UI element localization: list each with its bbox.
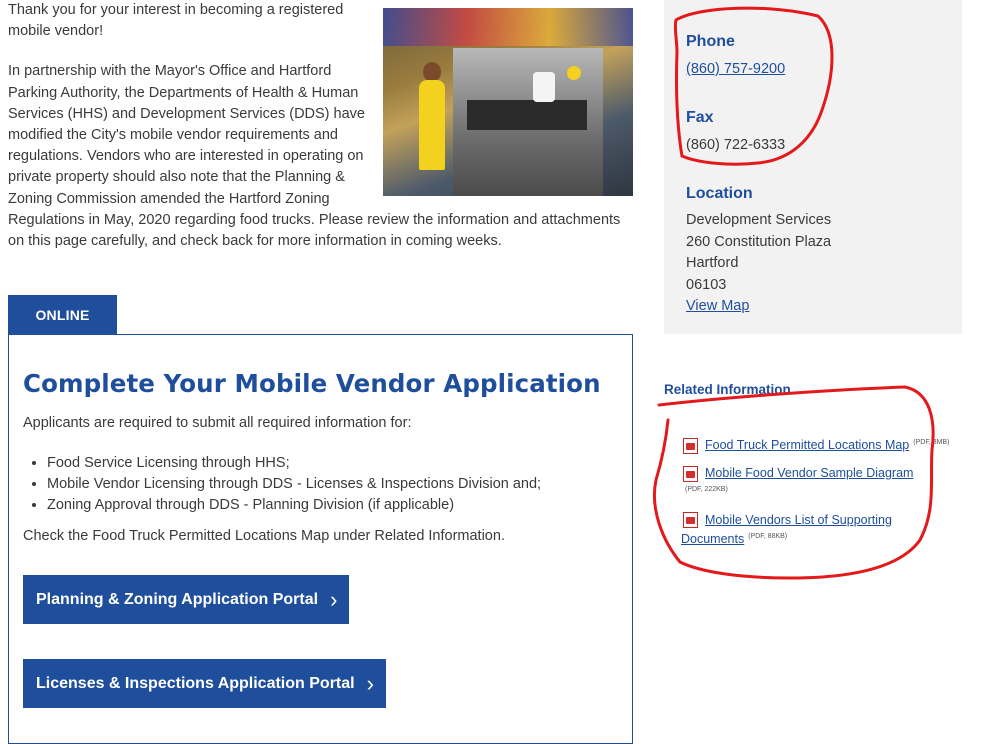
file-meta: (PDF, 8MB): [913, 438, 950, 446]
fax-number: (860) 722-6333: [686, 137, 786, 153]
address-line: 260 Constitution Plaza: [686, 233, 832, 250]
file-meta: (PDF, 88KB): [748, 532, 788, 540]
tab-online-label: ONLINE: [35, 307, 90, 323]
food-truck-map-link[interactable]: Food Truck Permitted Locations Map: [705, 438, 909, 452]
card-title: Complete Your Mobile Vendor Application: [23, 369, 601, 398]
application-card: Complete Your Mobile Vendor Application …: [8, 334, 633, 744]
licenses-inspections-portal-label: Licenses & Inspections Application Porta…: [36, 674, 355, 692]
list-item: Food Service Licensing through HHS;: [47, 453, 637, 474]
requirements-list: Food Service Licensing through HHS; Mobi…: [23, 453, 637, 516]
pdf-icon: [683, 466, 698, 482]
pdf-icon: [683, 512, 698, 528]
related-information-title: Related Information: [664, 382, 791, 397]
chevron-right-icon: ›: [330, 586, 338, 612]
phone-link[interactable]: (860) 757-9200: [686, 61, 785, 77]
related-link-item: Food Truck Permitted Locations Map (PDF, …: [705, 438, 949, 452]
view-map-link[interactable]: View Map: [686, 298, 749, 314]
vendor-photo: [383, 8, 633, 196]
supporting-documents-link[interactable]: Mobile Vendors List of Supporting: [705, 513, 892, 527]
planning-zoning-portal-label: Planning & Zoning Application Portal: [36, 590, 319, 608]
intro-section: Thank you for your interest in becoming …: [8, 0, 633, 252]
supporting-documents-link-cont[interactable]: Documents: [681, 532, 744, 546]
fax-label: Fax: [686, 109, 714, 126]
address-line: Hartford: [686, 255, 739, 271]
address-line: Development Services: [686, 212, 832, 228]
chevron-right-icon: ›: [366, 670, 374, 696]
related-link-item: Documents (PDF, 88KB): [681, 532, 787, 546]
list-item: Mobile Vendor Licensing through DDS - Li…: [47, 474, 637, 495]
related-link-item: Mobile Food Vendor Sample Diagram: [705, 466, 913, 480]
location-label: Location: [686, 185, 753, 202]
planning-zoning-portal-button[interactable]: Planning & Zoning Application Portal ›: [23, 575, 349, 624]
card-lead: Applicants are required to submit all re…: [23, 415, 412, 431]
location-address: Development Services 260 Constitution Pl…: [686, 210, 831, 318]
contact-panel: Phone (860) 757-9200 Fax (860) 722-6333 …: [664, 0, 962, 334]
file-meta: (PDF, 222KB): [685, 486, 728, 493]
licenses-inspections-portal-button[interactable]: Licenses & Inspections Application Porta…: [23, 659, 386, 708]
related-link-item: Mobile Vendors List of Supporting: [705, 513, 892, 527]
address-line: 06103: [686, 276, 727, 293]
list-item: Zoning Approval through DDS - Planning D…: [47, 495, 637, 516]
pdf-icon: [683, 438, 698, 454]
phone-label: Phone: [686, 33, 735, 50]
card-check-note: Check the Food Truck Permitted Locations…: [23, 528, 505, 544]
tab-online[interactable]: ONLINE: [8, 295, 117, 335]
sample-diagram-link[interactable]: Mobile Food Vendor Sample Diagram: [705, 466, 913, 480]
annotation-circle-related: [652, 385, 935, 580]
